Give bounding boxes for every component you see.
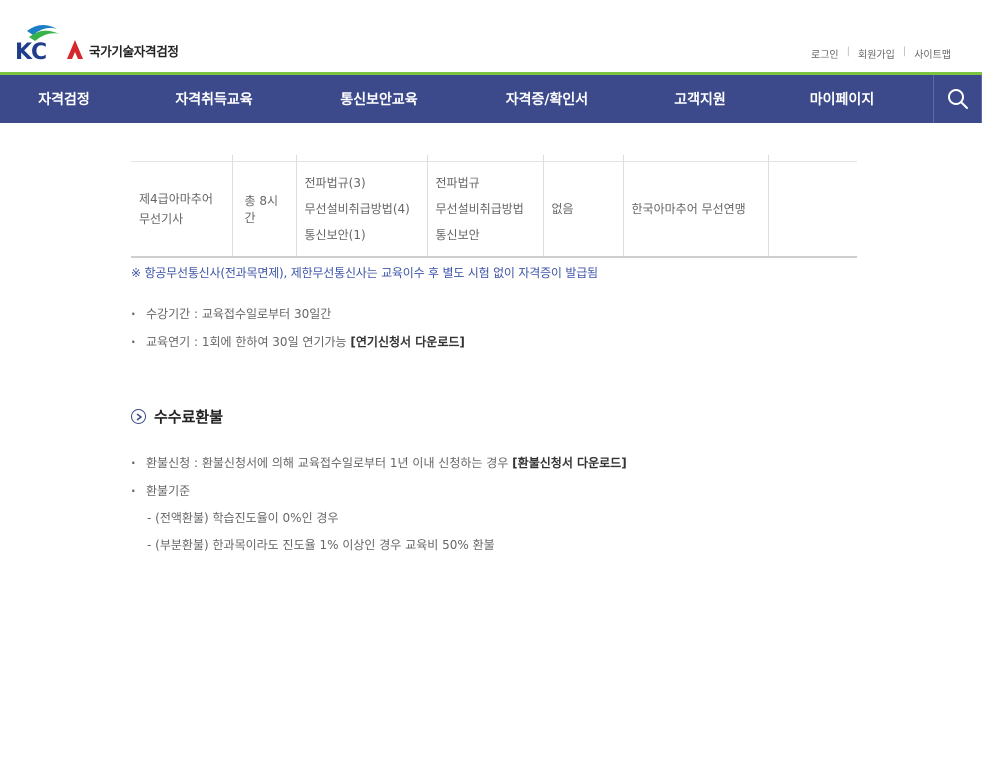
list-item: 수강기간 : 교육접수일로부터 30일간 bbox=[131, 300, 465, 328]
cell-exam-subjects: 전파법규 무선설비취급방법 통신보안 bbox=[426, 161, 543, 258]
logo-text: 국가기술자격검정 bbox=[89, 44, 179, 59]
nav-item-mypage[interactable]: 마이페이지 bbox=[764, 75, 920, 123]
extension-form-download-link[interactable]: [연기신청서 다운로드] bbox=[350, 335, 465, 349]
login-link[interactable]: 로그인 bbox=[811, 46, 839, 61]
nav-item-certification-exam[interactable]: 자격검정 bbox=[0, 75, 128, 123]
signup-link[interactable]: 회원가입 bbox=[858, 46, 895, 61]
nav-item-certificate[interactable]: 자격증/확인서 bbox=[458, 75, 636, 123]
list-subitem: - (전액환불) 학습진도율이 0%인 경우 bbox=[147, 511, 339, 525]
nav-item-security-training[interactable]: 통신보안교육 bbox=[300, 75, 458, 123]
cell-exemption: 없음 bbox=[542, 161, 623, 258]
list-subitem: - (부분환불) 한과목이라도 진도율 1% 이상인 경우 교육비 50% 환불 bbox=[147, 538, 495, 552]
search-button[interactable] bbox=[933, 75, 982, 123]
cell-subjects: 전파법규(3) 무선설비취급방법(4) 통신보안(1) bbox=[295, 161, 427, 258]
cell-hours: 총 8시간 bbox=[231, 161, 296, 258]
course-table: 제4급아마추어 무선기사 총 8시간 전파법규(3) 무선설비취급방법(4) 통… bbox=[131, 155, 857, 258]
sitemap-link[interactable]: 사이트맵 bbox=[914, 46, 951, 61]
divider: | bbox=[902, 46, 907, 57]
refund-form-download-link[interactable]: [환불신청서 다운로드] bbox=[512, 456, 627, 470]
list-item: 교육연기 : 1회에 한하여 30일 연기가능 [연기신청서 다운로드] bbox=[131, 328, 465, 356]
chevron-right-circle-icon bbox=[131, 409, 146, 424]
search-icon bbox=[947, 89, 968, 109]
nav-item-support[interactable]: 고객지원 bbox=[636, 75, 764, 123]
svg-text:KC: KC bbox=[15, 40, 47, 62]
refund-info-list: 환불신청 : 환불신청서에 의해 교육접수일로부터 1년 이내 신청하는 경우 … bbox=[131, 449, 627, 559]
nav-item-certification-training[interactable]: 자격취득교육 bbox=[128, 75, 300, 123]
main-nav: 자격검정 자격취득교육 통신보안교육 자격증/확인서 고객지원 마이페이지 bbox=[0, 75, 982, 123]
notice-text: ※ 항공무선통신사(전과목면제), 제한무선통신사는 교육이수 후 별도 시험 … bbox=[131, 266, 598, 280]
cell-extra bbox=[767, 161, 857, 258]
kca-logo[interactable]: KC 국가기술자격검정 bbox=[15, 22, 179, 62]
divider: | bbox=[846, 46, 850, 57]
section-title-text: 수수료환불 bbox=[154, 408, 224, 426]
list-item: 환불신청 : 환불신청서에 의해 교육접수일로부터 1년 이내 신청하는 경우 … bbox=[131, 449, 627, 477]
list-item: 환불기준 bbox=[131, 477, 627, 505]
table-row: 제4급아마추어 무선기사 총 8시간 전파법규(3) 무선설비취급방법(4) 통… bbox=[131, 161, 857, 258]
utility-links: 로그인 | 회원가입 | 사이트맵 bbox=[811, 46, 951, 61]
cell-organization: 한국아마추어 무선연맹 bbox=[622, 161, 768, 258]
cell-license-name: 제4급아마추어 무선기사 bbox=[131, 161, 232, 258]
kca-logo-mark: KC bbox=[15, 22, 87, 62]
course-info-list: 수강기간 : 교육접수일로부터 30일간 교육연기 : 1회에 한하여 30일 … bbox=[131, 300, 465, 356]
section-title-refund: 수수료환불 bbox=[131, 406, 223, 427]
